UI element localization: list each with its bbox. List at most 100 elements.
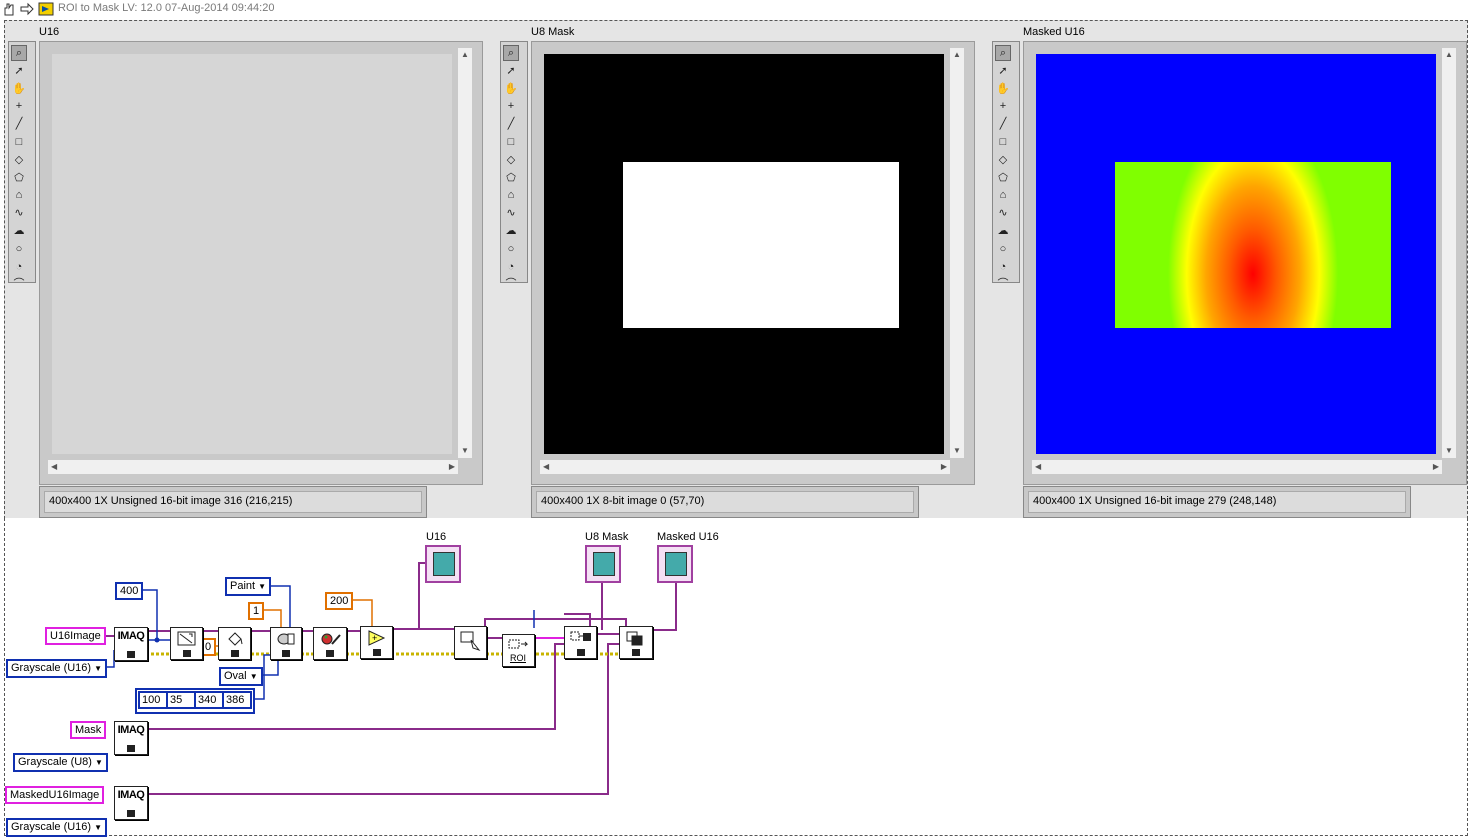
image-to-roi-vi[interactable] (454, 626, 487, 659)
freehand-tool-icon[interactable]: ⌒ (11, 276, 27, 292)
masked-u16-horizontal-scrollbar[interactable]: ◀ ▶ (1032, 460, 1442, 474)
point-tool-icon[interactable]: + (995, 98, 1011, 114)
u8-mask-vertical-scrollbar[interactable]: ▲ ▼ (950, 48, 964, 458)
rectangle-tool-icon[interactable]: □ (11, 134, 27, 150)
masked-image-name-constant[interactable]: MaskedU16Image (5, 786, 105, 804)
zoom-tool-icon[interactable]: ⌕ (11, 45, 27, 61)
scroll-up-icon[interactable]: ▲ (1445, 51, 1453, 59)
pointer-tool-icon[interactable]: ➚ (503, 63, 519, 79)
threshold-compare-vi[interactable]: + (360, 626, 393, 659)
scroll-right-icon[interactable]: ▶ (449, 463, 455, 471)
oval-tool-icon[interactable]: ☁ (11, 223, 27, 239)
u16-image-name-constant[interactable]: U16Image (45, 627, 106, 645)
line-tool-icon[interactable]: ╱ (503, 116, 519, 132)
hand-icon[interactable] (2, 2, 16, 16)
broken-line-tool-icon[interactable]: ◔ (995, 259, 1011, 275)
pointer-tool-icon[interactable]: ➚ (995, 63, 1011, 79)
rect-right[interactable]: 340 (194, 691, 224, 709)
rotated-rectangle-tool-icon[interactable]: ◇ (503, 152, 519, 168)
rect-bottom[interactable]: 386 (222, 691, 252, 709)
annulus-tool-icon[interactable]: ○ (11, 241, 27, 257)
masked-u16-vertical-scrollbar[interactable]: ▲ ▼ (1442, 48, 1456, 458)
point-tool-icon[interactable]: + (11, 98, 27, 114)
annulus-tool-icon[interactable]: ○ (995, 241, 1011, 257)
rectangle-tool-icon[interactable]: □ (995, 134, 1011, 150)
set-image-size-vi[interactable] (170, 627, 203, 660)
u16-image-display[interactable]: ▲ ▼ ◀ ▶ (39, 41, 483, 485)
zoom-tool-icon[interactable]: ⌕ (995, 45, 1011, 61)
broken-line-tool-icon[interactable]: ◔ (503, 259, 519, 275)
draw-mode-enum[interactable]: Paint ▼ (225, 577, 272, 596)
imaq-create-mask-vi[interactable]: IMAQ (114, 721, 148, 755)
freehand-line-tool-icon[interactable]: ∿ (11, 205, 27, 221)
u16-vertical-scrollbar[interactable]: ▲ ▼ (458, 48, 472, 458)
freehand-line-tool-icon[interactable]: ∿ (995, 205, 1011, 221)
freehand-polygon-tool-icon[interactable]: ⌂ (11, 187, 27, 203)
masked-image-type-enum[interactable]: Grayscale (U16) ▼ (6, 818, 108, 837)
u16-image[interactable] (52, 54, 452, 454)
polygon-tool-icon[interactable]: ⬠ (503, 170, 519, 186)
threshold-constant[interactable]: 200 (325, 592, 354, 610)
imaq-mask-vi[interactable] (619, 626, 653, 659)
freehand-tool-icon[interactable]: ⌒ (503, 276, 519, 292)
u16-image-type-enum[interactable]: Grayscale (U16) ▼ (6, 659, 108, 678)
imaq-create-masked-vi[interactable]: IMAQ (114, 786, 148, 820)
rect-left[interactable]: 100 (138, 691, 168, 709)
run-arrow-icon[interactable] (20, 2, 34, 16)
polygon-tool-icon[interactable]: ⬠ (995, 170, 1011, 186)
u16-horizontal-scrollbar[interactable]: ◀ ▶ (48, 460, 458, 474)
scroll-up-icon[interactable]: ▲ (953, 51, 961, 59)
pan-tool-icon[interactable]: ✋ (995, 81, 1011, 97)
u8-mask-horizontal-scrollbar[interactable]: ◀ ▶ (540, 460, 950, 474)
scroll-left-icon[interactable]: ◀ (543, 463, 549, 471)
rotated-rectangle-tool-icon[interactable]: ◇ (995, 152, 1011, 168)
pointer-tool-icon[interactable]: ➚ (11, 63, 27, 79)
pan-tool-icon[interactable]: ✋ (503, 81, 519, 97)
fill-image-vi[interactable] (218, 627, 251, 660)
scroll-left-icon[interactable]: ◀ (51, 463, 57, 471)
freehand-tool-icon[interactable]: ⌒ (995, 276, 1011, 292)
palette-vi[interactable] (313, 627, 347, 660)
masked-u16-indicator-terminal[interactable] (657, 545, 693, 583)
mask-convert-vi[interactable] (564, 626, 597, 659)
freehand-polygon-tool-icon[interactable]: ⌂ (995, 187, 1011, 203)
pan-tool-icon[interactable]: ✋ (11, 81, 27, 97)
scroll-left-icon[interactable]: ◀ (1035, 463, 1041, 471)
u8-mask-image[interactable] (544, 54, 944, 454)
line-tool-icon[interactable]: ╱ (995, 116, 1011, 132)
annulus-tool-icon[interactable]: ○ (503, 241, 519, 257)
u16-indicator-terminal[interactable] (425, 545, 461, 583)
zoom-tool-icon[interactable]: ⌕ (503, 45, 519, 61)
rectangle-tool-icon[interactable]: □ (503, 134, 519, 150)
rectangle-array-constant[interactable]: 100 35 340 386 (135, 688, 255, 714)
draw-shape-vi[interactable] (270, 627, 302, 660)
image-size-constant[interactable]: 400 (115, 582, 144, 600)
mask-image-type-enum[interactable]: Grayscale (U8) ▼ (13, 753, 108, 772)
broken-line-tool-icon[interactable]: ◔ (11, 259, 27, 275)
mask-image-name-constant[interactable]: Mask (70, 721, 107, 739)
scroll-right-icon[interactable]: ▶ (1433, 463, 1439, 471)
oval-tool-icon[interactable]: ☁ (503, 223, 519, 239)
scroll-down-icon[interactable]: ▼ (953, 447, 961, 455)
scroll-right-icon[interactable]: ▶ (941, 463, 947, 471)
pixel-value-constant[interactable]: 1 (248, 602, 265, 620)
point-tool-icon[interactable]: + (503, 98, 519, 114)
masked-u16-display-label: Masked U16 (1023, 26, 1085, 38)
scroll-up-icon[interactable]: ▲ (461, 51, 469, 59)
masked-u16-image[interactable] (1036, 54, 1436, 454)
rect-top[interactable]: 35 (166, 691, 196, 709)
rotated-rectangle-tool-icon[interactable]: ◇ (11, 152, 27, 168)
oval-tool-icon[interactable]: ☁ (995, 223, 1011, 239)
shape-enum[interactable]: Oval ▼ (219, 667, 263, 686)
roi-to-mask-vi[interactable]: ROI (502, 634, 535, 667)
scroll-down-icon[interactable]: ▼ (1445, 447, 1453, 455)
freehand-line-tool-icon[interactable]: ∿ (503, 205, 519, 221)
line-tool-icon[interactable]: ╱ (11, 116, 27, 132)
freehand-polygon-tool-icon[interactable]: ⌂ (503, 187, 519, 203)
u8-mask-indicator-terminal[interactable] (585, 545, 621, 583)
scroll-down-icon[interactable]: ▼ (461, 447, 469, 455)
imaq-create-u16-vi[interactable]: IMAQ (114, 627, 148, 661)
polygon-tool-icon[interactable]: ⬠ (11, 170, 27, 186)
masked-u16-image-display[interactable]: ▲ ▼ ◀ ▶ (1023, 41, 1467, 485)
u8-mask-image-display[interactable]: ▲ ▼ ◀ ▶ (531, 41, 975, 485)
